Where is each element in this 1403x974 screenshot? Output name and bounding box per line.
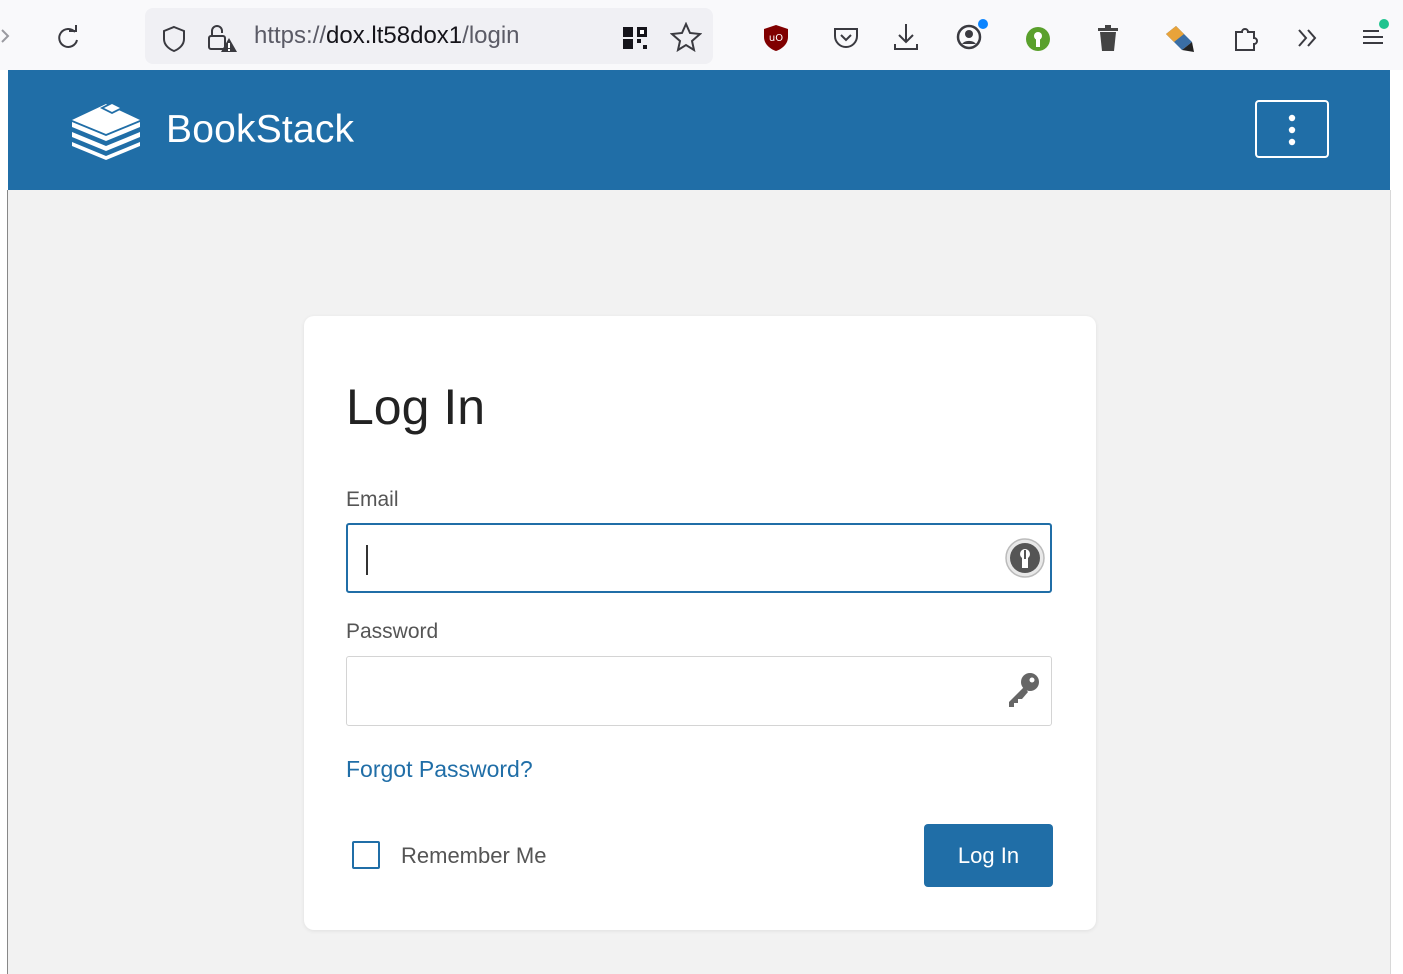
account-icon[interactable] <box>954 18 990 54</box>
url-host: dox.lt58dox1 <box>326 22 463 49</box>
download-icon[interactable] <box>892 22 920 52</box>
password-label: Password <box>346 620 439 643</box>
keepass-icon[interactable] <box>1024 25 1052 53</box>
window-border-left <box>7 190 8 974</box>
login-card: Log In Email Password Forgot Password? R… <box>304 316 1096 930</box>
email-label: Email <box>346 488 399 511</box>
vertical-dots-icon <box>1288 114 1296 146</box>
svg-text:uO: uO <box>769 33 783 44</box>
url-text[interactable]: https://dox.lt58dox1/login <box>254 22 520 50</box>
window-border-right <box>1390 190 1391 974</box>
back-arrow-icon[interactable] <box>0 26 12 46</box>
brand-name[interactable]: BookStack <box>166 108 354 152</box>
keepass-fill-icon[interactable] <box>1004 537 1046 579</box>
app-header: BookStack <box>8 70 1390 190</box>
lock-warning-icon[interactable] <box>205 22 239 54</box>
login-button[interactable]: Log In <box>924 824 1053 887</box>
password-field[interactable] <box>346 656 1052 726</box>
forgot-password-link[interactable]: Forgot Password? <box>346 756 533 783</box>
pen-icon[interactable] <box>1162 22 1196 54</box>
trash-icon[interactable] <box>1095 23 1121 53</box>
bookmark-star-icon[interactable] <box>670 22 702 52</box>
pocket-icon[interactable] <box>832 25 860 51</box>
remember-me-checkbox[interactable] <box>352 841 380 869</box>
overflow-chevron-icon[interactable] <box>1295 27 1321 49</box>
app-menu-icon[interactable] <box>1360 16 1392 50</box>
browser-toolbar: https://dox.lt58dox1/login uO <box>0 0 1403 70</box>
header-menu-button[interactable] <box>1255 100 1329 158</box>
url-scheme: https:// <box>254 22 327 49</box>
reload-icon[interactable] <box>54 24 82 52</box>
url-path: /login <box>462 22 520 49</box>
qr-code-icon[interactable] <box>622 26 648 50</box>
email-field[interactable] <box>346 523 1052 593</box>
shield-icon[interactable] <box>160 24 188 54</box>
key-icon[interactable] <box>1003 669 1043 711</box>
page-title: Log In <box>346 379 486 435</box>
extensions-icon[interactable] <box>1232 22 1262 54</box>
remember-me-label[interactable]: Remember Me <box>401 843 546 869</box>
ublock-icon[interactable]: uO <box>762 23 790 53</box>
text-caret <box>366 545 368 575</box>
bookstack-logo-icon[interactable] <box>66 96 146 166</box>
